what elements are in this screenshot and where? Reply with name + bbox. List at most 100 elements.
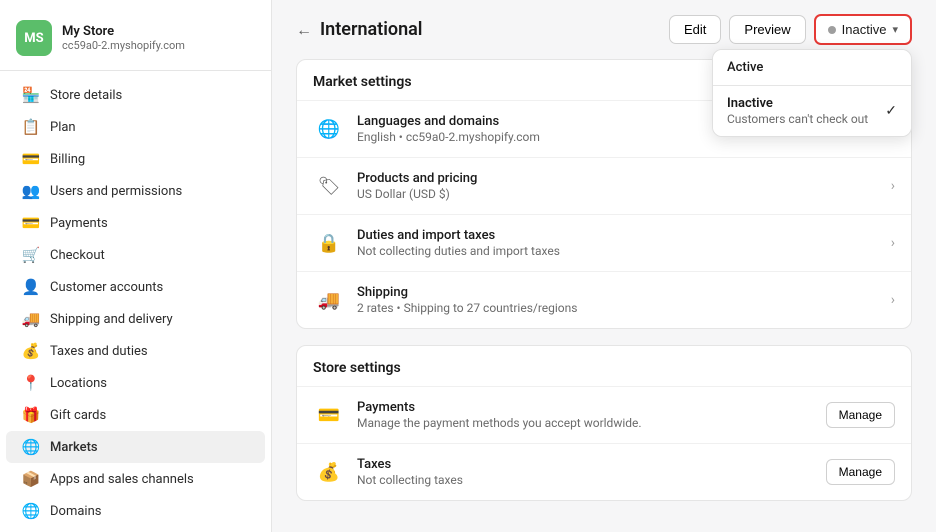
- payments-content: Payments Manage the payment methods you …: [357, 400, 814, 430]
- sidebar-item-domains[interactable]: 🌐 Domains: [6, 495, 265, 527]
- products-chevron-icon: ›: [891, 178, 895, 194]
- back-arrow[interactable]: ←: [296, 20, 312, 40]
- shipping-icon: 🚚: [22, 310, 40, 328]
- sidebar-item-billing[interactable]: 💳 Billing: [6, 143, 265, 175]
- shipping-subtitle: 2 rates • Shipping to 27 countries/regio…: [357, 301, 879, 315]
- sidebar-label-domains: Domains: [50, 504, 101, 519]
- sidebar-item-payments[interactable]: 💳 Payments: [6, 207, 265, 239]
- topbar-actions: Edit Preview Inactive ▾ Active Inactive …: [669, 14, 912, 45]
- sidebar-label-checkout: Checkout: [50, 248, 105, 263]
- billing-icon: 💳: [22, 150, 40, 168]
- dropdown-active-option[interactable]: Active: [713, 50, 911, 85]
- status-dot-icon: [828, 26, 836, 34]
- sidebar-label-markets: Markets: [50, 440, 98, 455]
- duties-icon: 🔒: [313, 227, 345, 259]
- taxes-manage-button[interactable]: Manage: [826, 459, 895, 485]
- status-dropdown-menu: Active Inactive Customers can't check ou…: [712, 49, 912, 137]
- dropdown-inactive-sublabel: Customers can't check out: [727, 112, 868, 126]
- topbar: ← International Edit Preview Inactive ▾ …: [272, 0, 936, 59]
- store-name: My Store: [62, 24, 185, 39]
- products-subtitle: US Dollar (USD $): [357, 187, 879, 201]
- sidebar-item-markets[interactable]: 🌐 Markets: [6, 431, 265, 463]
- sidebar-item-apps[interactable]: 📦 Apps and sales channels: [6, 463, 265, 495]
- apps-icon: 📦: [22, 470, 40, 488]
- sidebar-label-apps: Apps and sales channels: [50, 472, 194, 487]
- main-content: ← International Edit Preview Inactive ▾ …: [272, 0, 936, 532]
- languages-icon: 🌐: [313, 113, 345, 145]
- sidebar-item-users[interactable]: 👥 Users and permissions: [6, 175, 265, 207]
- sidebar-item-customer-accounts[interactable]: 👤 Customer accounts: [6, 271, 265, 303]
- shipping-title: Shipping: [357, 285, 879, 300]
- users-icon: 👥: [22, 182, 40, 200]
- duties-title: Duties and import taxes: [357, 228, 879, 243]
- shipping-icon: 🚚: [313, 284, 345, 316]
- status-label: Inactive: [842, 22, 887, 37]
- duties-content: Duties and import taxes Not collecting d…: [357, 228, 879, 258]
- sidebar-label-customer-accounts: Customer accounts: [50, 280, 163, 295]
- market-item-shipping[interactable]: 🚚 Shipping 2 rates • Shipping to 27 coun…: [297, 271, 911, 328]
- locations-icon: 📍: [22, 374, 40, 392]
- sidebar-label-plan: Plan: [50, 120, 76, 135]
- customer-accounts-icon: 👤: [22, 278, 40, 296]
- sidebar-item-gift-cards[interactable]: 🎁 Gift cards: [6, 399, 265, 431]
- store-url: cc59a0-2.myshopify.com: [62, 39, 185, 52]
- status-dropdown-button[interactable]: Inactive ▾: [814, 14, 912, 45]
- avatar: MS: [16, 20, 52, 56]
- plan-icon: 📋: [22, 118, 40, 136]
- dropdown-inactive-label: Inactive: [727, 96, 868, 111]
- store-details-icon: 🏪: [22, 86, 40, 104]
- page-title: International: [320, 19, 422, 40]
- duties-subtitle: Not collecting duties and import taxes: [357, 244, 879, 258]
- store-header: MS My Store cc59a0-2.myshopify.com: [0, 12, 271, 71]
- sidebar-label-users: Users and permissions: [50, 184, 182, 199]
- dropdown-active-label: Active: [727, 60, 897, 75]
- store-info: My Store cc59a0-2.myshopify.com: [62, 24, 185, 52]
- edit-button[interactable]: Edit: [669, 15, 721, 44]
- market-item-duties[interactable]: 🔒 Duties and import taxes Not collecting…: [297, 214, 911, 271]
- payments-icon: 💳: [22, 214, 40, 232]
- dropdown-inactive-content: Inactive Customers can't check out: [727, 96, 868, 126]
- sidebar-label-locations: Locations: [50, 376, 107, 391]
- products-icon: 🏷: [313, 170, 345, 202]
- dropdown-inactive-option[interactable]: Inactive Customers can't check out ✓: [713, 86, 911, 136]
- duties-chevron-icon: ›: [891, 235, 895, 251]
- shipping-chevron-icon: ›: [891, 292, 895, 308]
- sidebar-item-locations[interactable]: 📍 Locations: [6, 367, 265, 399]
- sidebar-label-payments: Payments: [50, 216, 108, 231]
- payments-manage-button[interactable]: Manage: [826, 402, 895, 428]
- store-item-payments: 💳 Payments Manage the payment methods yo…: [297, 386, 911, 443]
- market-item-products[interactable]: 🏷 Products and pricing US Dollar (USD $)…: [297, 157, 911, 214]
- payments-subtitle: Manage the payment methods you accept wo…: [357, 416, 814, 430]
- sidebar-label-taxes: Taxes and duties: [50, 344, 148, 359]
- topbar-left: ← International: [296, 19, 422, 40]
- sidebar: MS My Store cc59a0-2.myshopify.com 🏪 Sto…: [0, 0, 272, 532]
- sidebar-item-taxes[interactable]: 💰 Taxes and duties: [6, 335, 265, 367]
- products-title: Products and pricing: [357, 171, 879, 186]
- chevron-down-icon: ▾: [892, 23, 898, 36]
- sidebar-label-store-details: Store details: [50, 88, 122, 103]
- payments-title: Payments: [357, 400, 814, 415]
- checkout-icon: 🛒: [22, 246, 40, 264]
- sidebar-item-store-details[interactable]: 🏪 Store details: [6, 79, 265, 111]
- sidebar-item-customer-events[interactable]: 📊 Customer events: [6, 527, 265, 532]
- sidebar-item-checkout[interactable]: 🛒 Checkout: [6, 239, 265, 271]
- dropdown-check-icon: ✓: [885, 103, 897, 119]
- sidebar-item-shipping[interactable]: 🚚 Shipping and delivery: [6, 303, 265, 335]
- taxes-icon: 💰: [313, 456, 345, 488]
- sidebar-label-gift-cards: Gift cards: [50, 408, 106, 423]
- products-content: Products and pricing US Dollar (USD $): [357, 171, 879, 201]
- preview-button[interactable]: Preview: [729, 15, 805, 44]
- store-settings-title: Store settings: [297, 346, 911, 386]
- payments-icon: 💳: [313, 399, 345, 431]
- shipping-content: Shipping 2 rates • Shipping to 27 countr…: [357, 285, 879, 315]
- domains-icon: 🌐: [22, 502, 40, 520]
- store-item-taxes: 💰 Taxes Not collecting taxes Manage: [297, 443, 911, 500]
- sidebar-label-shipping: Shipping and delivery: [50, 312, 173, 327]
- taxes-icon: 💰: [22, 342, 40, 360]
- taxes-subtitle: Not collecting taxes: [357, 473, 814, 487]
- sidebar-label-billing: Billing: [50, 152, 85, 167]
- sidebar-item-plan[interactable]: 📋 Plan: [6, 111, 265, 143]
- markets-icon: 🌐: [22, 438, 40, 456]
- gift-cards-icon: 🎁: [22, 406, 40, 424]
- store-settings-card: Store settings 💳 Payments Manage the pay…: [296, 345, 912, 501]
